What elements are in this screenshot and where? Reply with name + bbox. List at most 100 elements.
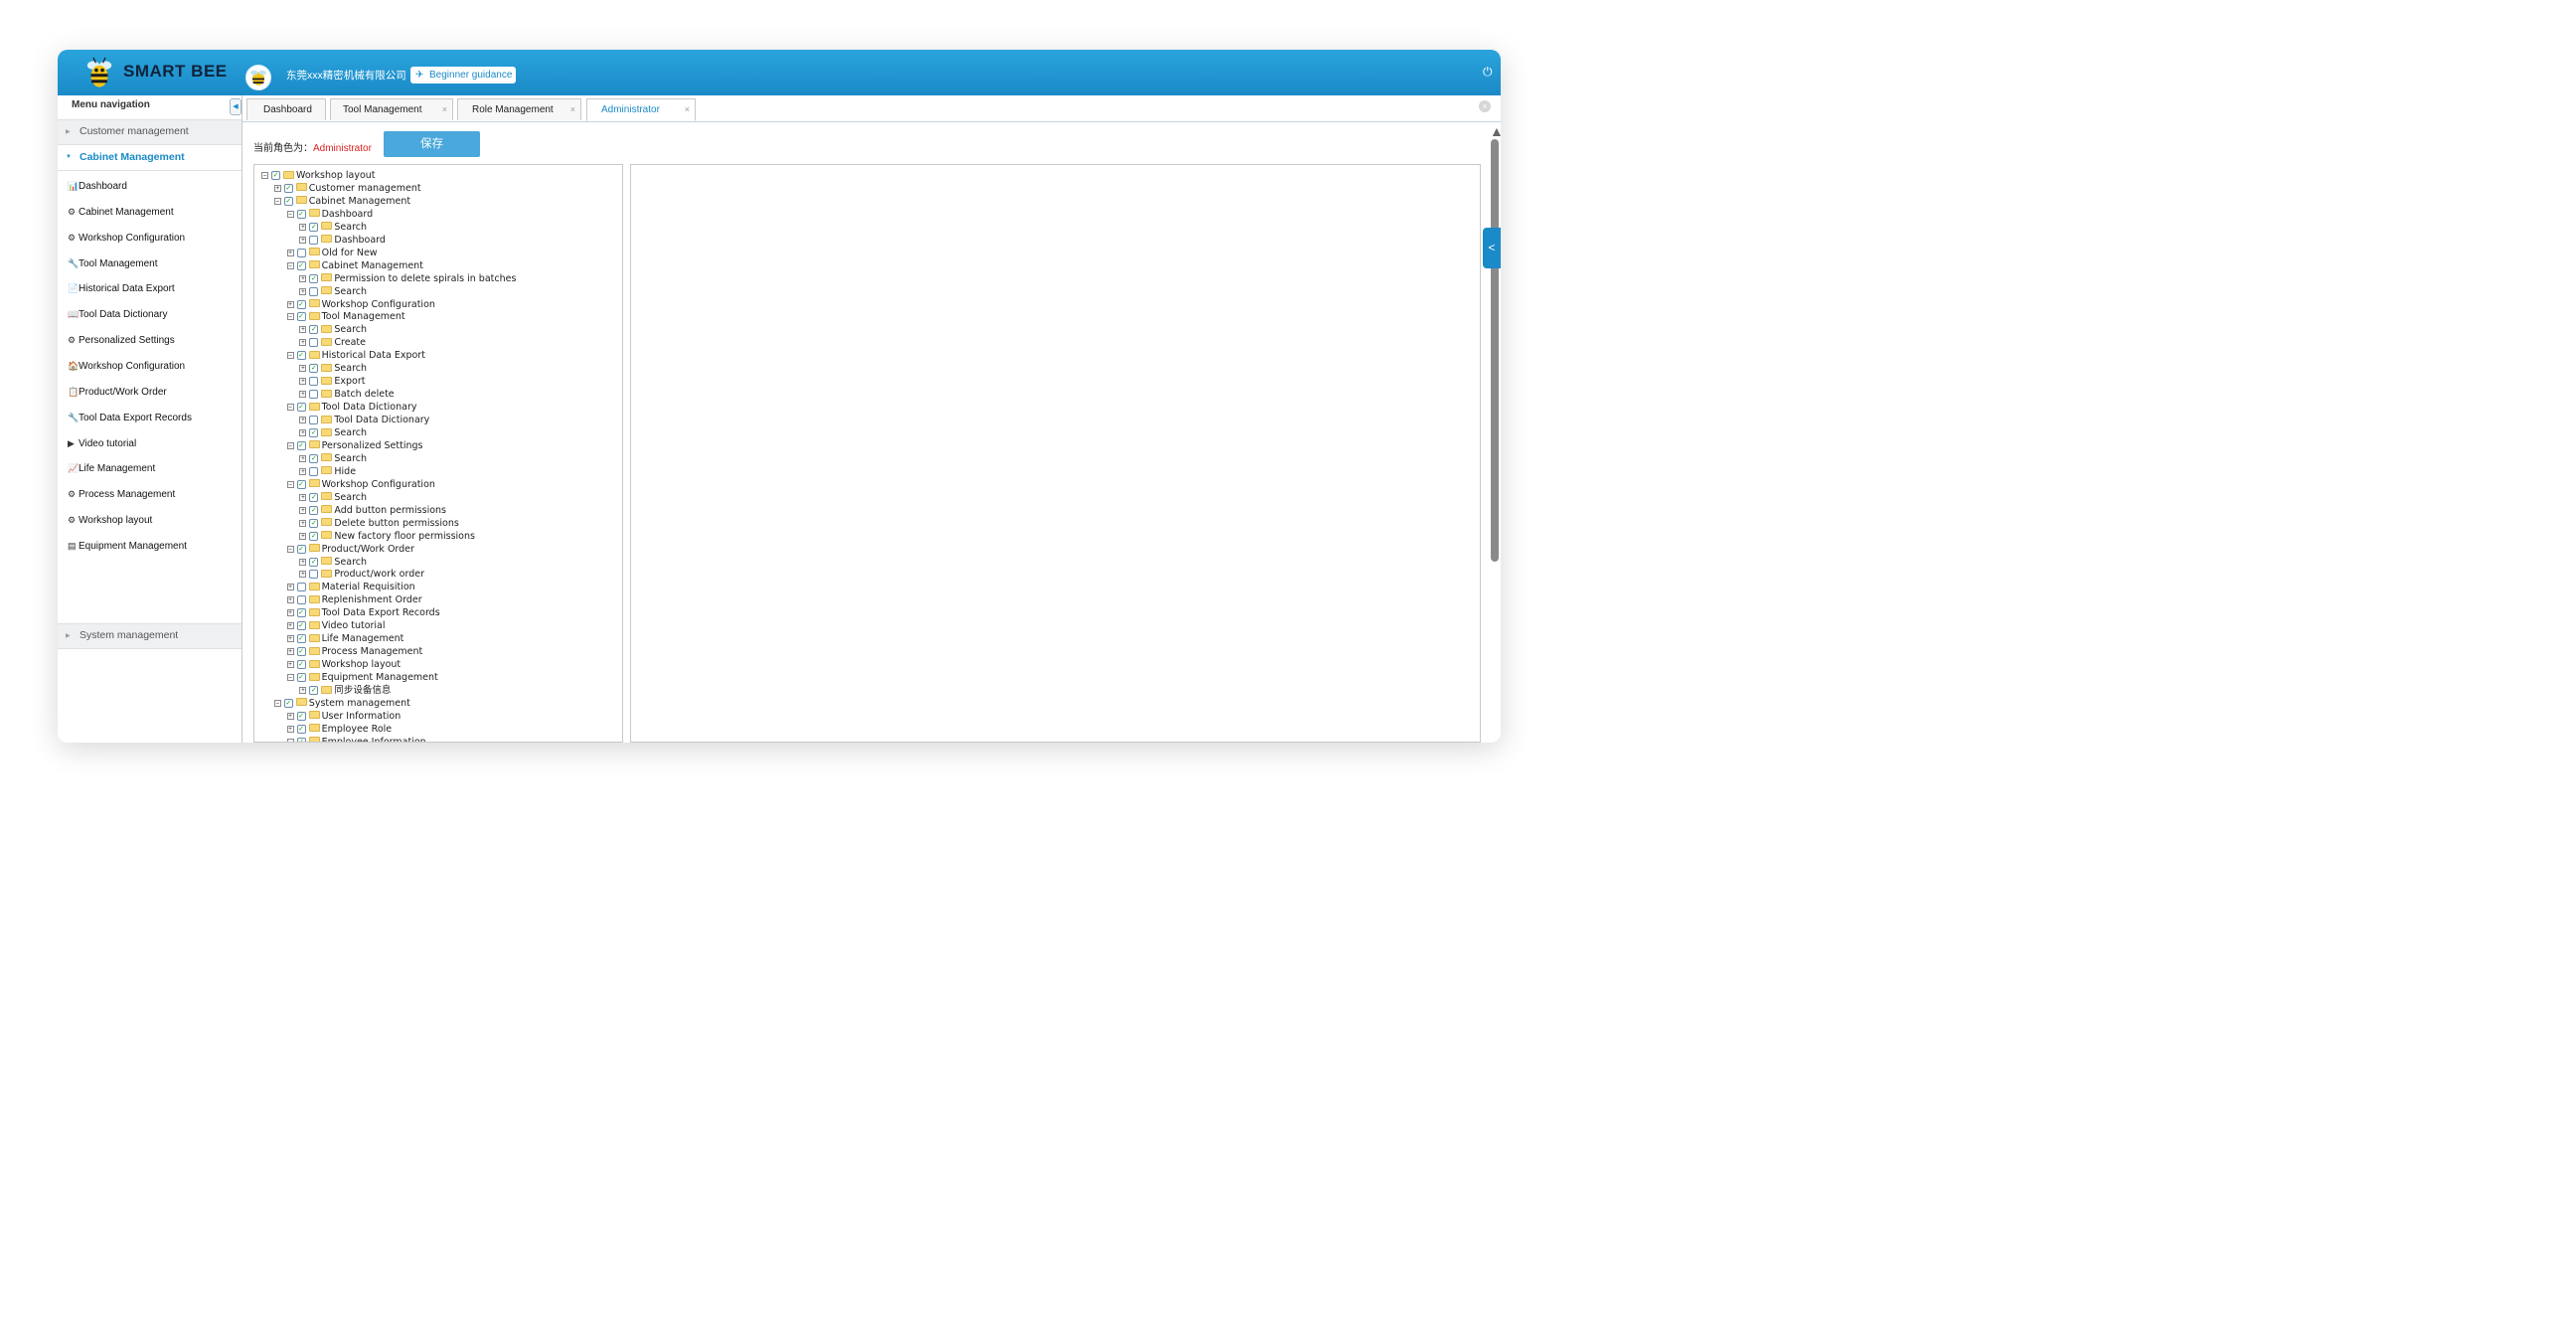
tree-node[interactable]: + ✓ Search bbox=[299, 363, 367, 375]
group-system-management[interactable]: ▶ System management bbox=[58, 623, 242, 649]
sidebar-item[interactable]: 📊Dashboard bbox=[68, 181, 127, 199]
tree-node[interactable]: + Material Requisition bbox=[286, 582, 415, 593]
sidebar-item[interactable]: ⚙ Personalized Settings bbox=[68, 335, 175, 353]
tree-node[interactable]: + ✓ Tool Data Export Records bbox=[286, 607, 440, 619]
tree-node[interactable]: + Tool Data Dictionary bbox=[299, 415, 429, 426]
tree-checkbox[interactable]: ✓ bbox=[309, 453, 319, 463]
tree-checkbox[interactable] bbox=[309, 466, 319, 476]
tree-node[interactable]: + ✓ Life Management bbox=[286, 633, 403, 645]
collapse-icon[interactable]: − bbox=[286, 480, 294, 488]
tree-node[interactable]: + ✓ Process Management bbox=[286, 646, 422, 658]
tree-node[interactable]: + Product/work order bbox=[299, 569, 424, 581]
tree-node[interactable]: + Hide bbox=[299, 466, 356, 478]
tree-checkbox[interactable]: ✓ bbox=[283, 183, 293, 193]
tree-checkbox[interactable] bbox=[309, 390, 319, 400]
tree-node[interactable]: − ✓ Historical Data Export bbox=[286, 350, 425, 362]
expand-icon[interactable]: + bbox=[299, 326, 307, 334]
expand-icon[interactable]: + bbox=[299, 274, 307, 282]
tree-checkbox[interactable] bbox=[309, 377, 319, 387]
tree-node[interactable]: + ✓ User Information bbox=[286, 711, 401, 723]
sidebar-item[interactable]: ⚙ Workshop layout bbox=[68, 515, 152, 533]
expand-icon[interactable]: + bbox=[286, 725, 294, 733]
expand-icon[interactable]: + bbox=[299, 558, 307, 566]
tree-checkbox[interactable]: ✓ bbox=[309, 557, 319, 567]
sidebar-item[interactable]: ▶ Video tutorial bbox=[68, 438, 136, 456]
expand-icon[interactable]: + bbox=[299, 391, 307, 399]
tree-checkbox[interactable]: ✓ bbox=[296, 479, 306, 489]
tree-checkbox[interactable]: ✓ bbox=[296, 608, 306, 618]
tree-node[interactable]: + ✓ Permission to delete spirals in batche… bbox=[299, 273, 516, 285]
tree-checkbox[interactable]: ✓ bbox=[296, 724, 306, 734]
close-icon[interactable]: × bbox=[685, 98, 690, 120]
expand-icon[interactable]: + bbox=[299, 223, 307, 231]
collapse-icon[interactable]: − bbox=[286, 352, 294, 360]
tab-administrator[interactable]: Administrator × bbox=[586, 98, 696, 121]
sidebar-item[interactable]: ⚙ Process Management bbox=[68, 489, 175, 507]
expand-icon[interactable]: + bbox=[286, 249, 294, 256]
sidebar-item[interactable]: ▤ Equipment Management bbox=[68, 541, 187, 559]
tree-node[interactable]: + Old for New bbox=[286, 248, 378, 259]
tree-checkbox[interactable]: ✓ bbox=[309, 492, 319, 502]
tree-node[interactable]: + Create bbox=[299, 337, 366, 349]
tree-checkbox[interactable]: ✓ bbox=[296, 403, 306, 413]
expand-icon[interactable]: + bbox=[286, 584, 294, 591]
scrollbar-thumb[interactable] bbox=[1491, 139, 1499, 562]
tree-checkbox[interactable] bbox=[309, 570, 319, 580]
tree-checkbox[interactable]: ✓ bbox=[309, 325, 319, 335]
tree-node[interactable]: + ✓ 同步设备信息 bbox=[299, 685, 391, 697]
expand-icon[interactable]: + bbox=[299, 339, 307, 347]
right-panel-toggle[interactable]: < bbox=[1483, 228, 1501, 268]
sidebar-item[interactable]: 📋Product/Work Order bbox=[68, 387, 167, 405]
collapse-icon[interactable]: − bbox=[261, 172, 268, 179]
tree-checkbox[interactable]: ✓ bbox=[296, 440, 306, 450]
expand-icon[interactable]: + bbox=[286, 648, 294, 656]
collapse-icon[interactable]: − bbox=[286, 210, 294, 218]
tree-node[interactable]: + ✓ Delete button permissions bbox=[299, 518, 459, 530]
sidebar-item[interactable]: 🏠Workshop Configuration bbox=[68, 361, 185, 379]
tree-node[interactable]: − ✓ Dashboard bbox=[286, 209, 373, 221]
expand-icon[interactable]: + bbox=[286, 661, 294, 669]
tree-node[interactable]: − ✓ System management bbox=[273, 698, 410, 710]
expand-icon[interactable]: + bbox=[299, 571, 307, 579]
expand-icon[interactable]: + bbox=[299, 429, 307, 436]
collapse-icon[interactable]: − bbox=[286, 441, 294, 449]
tree-checkbox[interactable]: ✓ bbox=[271, 171, 280, 180]
tree-checkbox[interactable] bbox=[309, 338, 319, 348]
collapse-sidebar-button[interactable]: ◀ bbox=[230, 98, 242, 115]
expand-icon[interactable]: + bbox=[299, 506, 307, 514]
expand-icon[interactable]: + bbox=[299, 365, 307, 373]
tree-node[interactable]: + ✓ Search bbox=[299, 427, 367, 439]
tree-node[interactable]: − ✓ Equipment Management bbox=[286, 672, 438, 684]
tree-node[interactable]: + ✓ New factory floor permissions bbox=[299, 531, 475, 543]
tree-node[interactable]: + Batch delete bbox=[299, 389, 395, 401]
power-icon[interactable]: ⏻ bbox=[1483, 65, 1495, 79]
tree-node[interactable]: + ✓ Video tutorial bbox=[286, 620, 386, 632]
expand-icon[interactable]: + bbox=[299, 378, 307, 386]
beginner-guidance-button[interactable]: ✈ Beginner guidance bbox=[410, 67, 516, 84]
expand-icon[interactable]: + bbox=[286, 300, 294, 308]
tree-checkbox[interactable]: ✓ bbox=[309, 222, 319, 232]
tree-checkbox[interactable]: ✓ bbox=[296, 299, 306, 309]
tab-tool-management[interactable]: Tool Management × bbox=[330, 98, 453, 120]
tree-checkbox[interactable]: ✓ bbox=[296, 711, 306, 721]
tree-checkbox[interactable]: ✓ bbox=[296, 260, 306, 270]
save-button[interactable]: 保存 bbox=[384, 131, 480, 157]
tree-node[interactable]: + ✓ Search bbox=[299, 222, 367, 234]
collapse-icon[interactable]: − bbox=[286, 674, 294, 682]
tree-checkbox[interactable]: ✓ bbox=[309, 505, 319, 515]
sidebar-item[interactable]: ⚙ Cabinet Management bbox=[68, 207, 174, 225]
tree-node[interactable]: + ✓ Workshop layout bbox=[286, 659, 401, 671]
tree-node[interactable]: − ✓ Workshop layout bbox=[261, 170, 376, 182]
expand-icon[interactable]: + bbox=[299, 532, 307, 540]
tree-node[interactable]: + ✓ Workshop Configuration bbox=[286, 299, 435, 311]
tree-node[interactable]: + ✓ Search bbox=[299, 453, 367, 465]
close-icon[interactable]: × bbox=[570, 98, 575, 120]
tree-node[interactable]: + ✓ Customer management bbox=[273, 183, 421, 195]
expand-icon[interactable]: + bbox=[299, 454, 307, 462]
tree-checkbox[interactable]: ✓ bbox=[309, 531, 319, 541]
expand-icon[interactable]: + bbox=[286, 609, 294, 617]
tree-node[interactable]: − ✓ Product/Work Order bbox=[286, 544, 414, 556]
collapse-icon[interactable]: − bbox=[286, 738, 294, 742]
collapse-icon[interactable]: − bbox=[273, 699, 281, 707]
collapse-icon[interactable]: − bbox=[286, 261, 294, 269]
